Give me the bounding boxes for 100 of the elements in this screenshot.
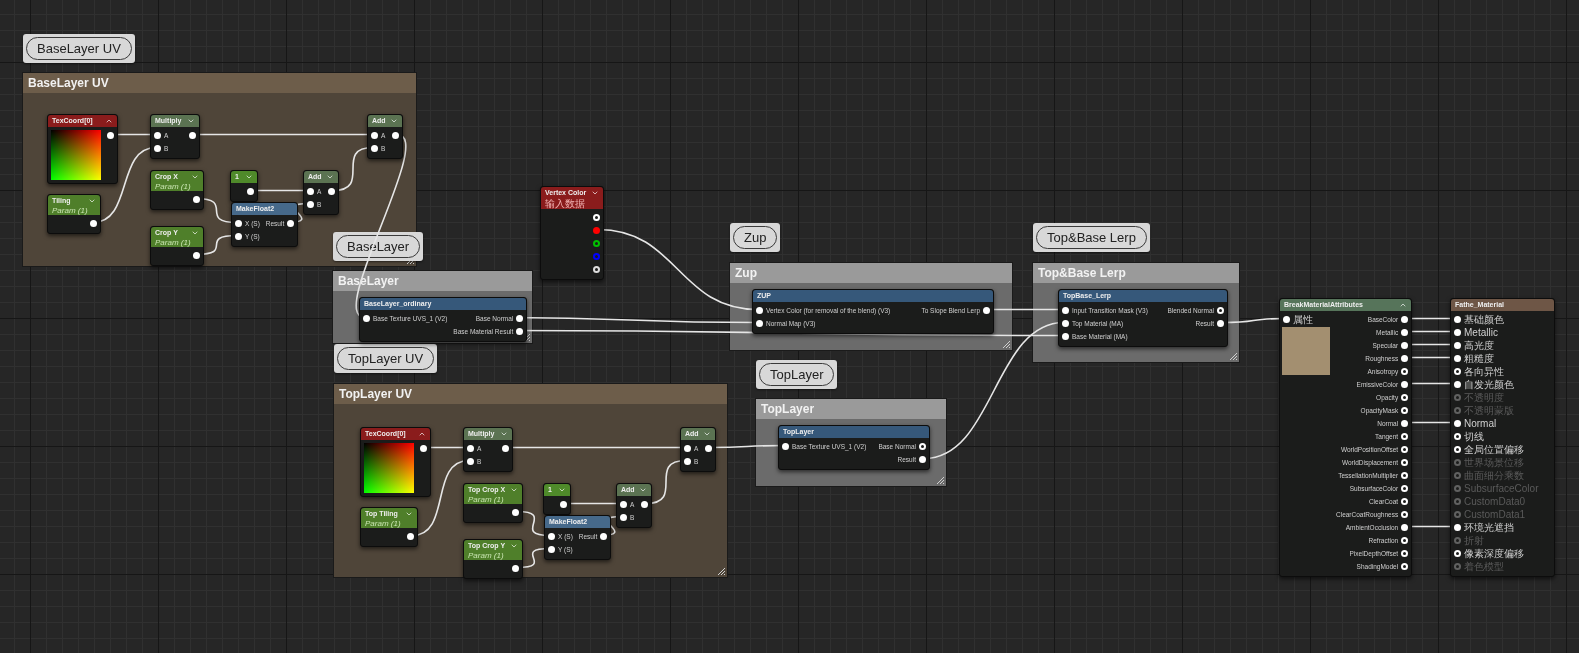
pin-icon[interactable] [420,445,427,452]
pin-icon[interactable] [1401,420,1409,427]
chevron-down-icon[interactable] [190,229,199,237]
pin-icon[interactable] [1401,433,1409,440]
pin-icon[interactable] [89,220,97,227]
pin-icon[interactable] [1454,329,1461,336]
material-node[interactable] [1279,298,1413,577]
pin-icon[interactable] [593,214,600,221]
pin-icon[interactable] [371,145,378,152]
chevron-up-icon[interactable] [1399,301,1408,309]
pin-icon[interactable] [512,509,519,516]
pin-icon[interactable] [407,533,414,540]
pin-icon[interactable] [1401,368,1409,375]
pin-icon[interactable] [1401,498,1409,505]
pin-icon[interactable] [620,501,627,508]
pin-icon[interactable] [919,456,926,463]
pin-icon[interactable] [154,145,161,152]
chevron-down-icon[interactable] [405,510,413,518]
pin-icon[interactable] [1454,368,1461,375]
pin-icon[interactable] [287,220,295,227]
pin-icon[interactable] [307,201,314,208]
chevron-down-icon[interactable] [703,430,711,438]
pin-icon[interactable] [1401,316,1409,323]
pin-icon[interactable] [593,266,600,273]
pin-icon[interactable] [782,443,789,450]
pin-icon[interactable] [1454,524,1461,531]
pin-icon[interactable] [502,445,509,452]
pin-icon[interactable] [1401,381,1409,388]
pin-icon[interactable] [467,445,474,452]
pin-icon[interactable] [467,458,474,465]
pin-icon[interactable] [684,445,691,452]
pin-icon[interactable] [548,533,555,540]
chevron-down-icon[interactable] [190,173,199,181]
pin-icon[interactable] [1454,446,1461,453]
pin-icon[interactable] [1401,459,1409,466]
pin-icon[interactable] [1401,407,1409,414]
pin-icon[interactable] [620,514,627,521]
pin-icon[interactable] [756,320,763,327]
pin-icon[interactable] [1401,472,1409,479]
pin-icon[interactable] [235,233,242,240]
chevron-down-icon[interactable] [245,173,253,181]
pin-icon[interactable] [363,315,370,322]
pin-icon[interactable] [1401,394,1409,401]
pin-icon[interactable] [1283,316,1290,323]
pin-icon[interactable] [247,188,254,195]
pin-icon[interactable] [600,533,608,540]
pin-icon[interactable] [1401,537,1409,544]
chevron-down-icon[interactable] [390,117,398,125]
pin-icon[interactable] [307,188,314,195]
chevron-down-icon[interactable] [187,117,195,125]
pin-icon[interactable] [1454,316,1461,323]
pin-icon[interactable] [1401,329,1409,336]
pin-icon[interactable] [1401,563,1409,570]
pin-icon[interactable] [192,252,200,259]
pin-icon[interactable] [1401,342,1409,349]
pin-icon[interactable] [1062,320,1069,327]
pin-icon[interactable] [983,307,990,314]
pin-icon[interactable] [1401,524,1409,531]
pin-icon[interactable] [1454,355,1461,362]
pin-icon[interactable] [548,546,555,553]
pin-icon[interactable] [1454,433,1461,440]
resize-grip-icon[interactable] [937,477,944,484]
chevron-down-icon[interactable] [510,542,518,550]
pin-icon[interactable] [1454,381,1461,388]
pin-icon[interactable] [1401,446,1409,453]
resize-grip-icon[interactable] [718,568,725,575]
pin-icon[interactable] [392,132,399,139]
resize-grip-icon[interactable] [1003,341,1010,348]
pin-icon[interactable] [1401,550,1409,557]
pin-icon[interactable] [1454,342,1461,349]
pin-icon[interactable] [371,132,378,139]
chevron-down-icon[interactable] [558,486,566,494]
chevron-up-icon[interactable] [418,430,426,438]
pin-icon[interactable] [756,307,763,314]
pin-icon[interactable] [593,240,600,247]
pin-icon[interactable] [189,132,196,139]
pin-icon[interactable] [684,458,691,465]
chevron-down-icon[interactable] [639,486,647,494]
pin-icon[interactable] [516,315,524,322]
chevron-down-icon[interactable] [87,197,96,205]
pin-icon[interactable] [641,501,648,508]
pin-icon[interactable] [516,328,524,335]
pin-icon[interactable] [192,196,200,203]
pin-icon[interactable] [1401,355,1409,362]
pin-icon[interactable] [107,132,114,139]
pin-icon[interactable] [1062,307,1069,314]
chevron-down-icon[interactable] [500,430,508,438]
pin-icon[interactable] [1217,307,1224,314]
pin-icon[interactable] [154,132,161,139]
pin-icon[interactable] [328,188,335,195]
pin-icon[interactable] [1454,550,1461,557]
pin-icon[interactable] [1217,320,1224,327]
pin-icon[interactable] [1401,511,1409,518]
resize-grip-icon[interactable] [1230,353,1237,360]
pin-icon[interactable] [560,501,567,508]
chevron-down-icon[interactable] [591,189,599,197]
chevron-down-icon[interactable] [510,486,518,494]
chevron-up-icon[interactable] [105,117,113,125]
pin-icon[interactable] [512,565,519,572]
pin-icon[interactable] [1454,420,1461,427]
